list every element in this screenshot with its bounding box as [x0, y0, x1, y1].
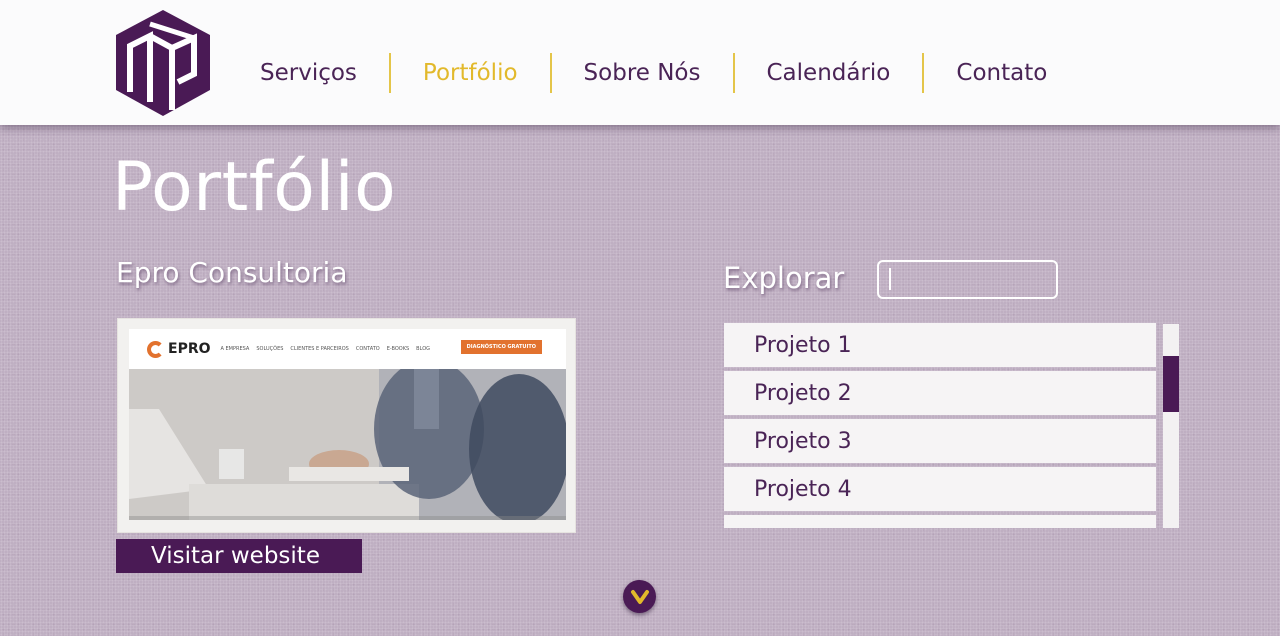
epro-logo: EPRO: [147, 340, 211, 358]
explore-search-input[interactable]: [877, 260, 1058, 299]
explore-label: Explorar: [723, 261, 845, 295]
preview-links: A EMPRESA SOLUÇÕES CLIENTES E PARCEIROS …: [221, 346, 438, 352]
business-meeting-illustration: [129, 369, 566, 520]
main-nav: Serviços Portfólio Sobre Nós Calendário …: [228, 52, 1079, 94]
list-item-partial[interactable]: [724, 515, 1156, 528]
epro-brand-text: EPRO: [168, 341, 211, 357]
cube-logo-icon[interactable]: [116, 10, 210, 116]
preview-link: CONTATO: [355, 346, 380, 352]
preview-site-nav: EPRO A EMPRESA SOLUÇÕES CLIENTES E PARCE…: [129, 329, 566, 369]
hero-bottom-bar: [129, 516, 566, 520]
project-list[interactable]: Projeto 1 Projeto 2 Projeto 3 Projeto 4: [724, 323, 1156, 528]
site-header: Serviços Portfólio Sobre Nós Calendário …: [0, 0, 1280, 125]
scroll-down-button[interactable]: [623, 580, 656, 613]
preview-link: A EMPRESA: [220, 346, 250, 352]
epro-logo-icon: [147, 340, 164, 358]
preview-cta-button: DIAGNÓSTICO GRATUITO: [460, 340, 542, 354]
list-item-projeto-3[interactable]: Projeto 3: [724, 419, 1156, 463]
list-item-projeto-1[interactable]: Projeto 1: [724, 323, 1156, 367]
preview-link: CLIENTES E PARCEIROS: [290, 346, 349, 352]
preview-hero-photo: [129, 369, 566, 520]
list-item-projeto-4[interactable]: Projeto 4: [724, 467, 1156, 511]
nav-item-servicos[interactable]: Serviços: [228, 53, 391, 93]
page-title: Portfólio: [112, 148, 397, 227]
preview-link: E-BOOKS: [386, 346, 410, 352]
text-cursor: [889, 268, 891, 290]
list-scrollbar-track[interactable]: [1163, 324, 1179, 528]
project-name: Epro Consultoria: [116, 256, 348, 289]
project-preview-image: EPRO A EMPRESA SOLUÇÕES CLIENTES E PARCE…: [117, 318, 576, 533]
preview-link: BLOG: [416, 346, 431, 352]
nav-item-sobre-nos[interactable]: Sobre Nós: [552, 53, 735, 93]
nav-item-contato[interactable]: Contato: [924, 53, 1079, 93]
preview-link: SOLUÇÕES: [256, 346, 284, 352]
list-item-projeto-2[interactable]: Projeto 2: [724, 371, 1156, 415]
chevron-down-icon: [630, 589, 649, 604]
nav-item-calendario[interactable]: Calendário: [735, 53, 925, 93]
list-scrollbar-thumb[interactable]: [1163, 356, 1179, 412]
visit-website-button[interactable]: Visitar website: [116, 539, 362, 573]
nav-item-portfolio[interactable]: Portfólio: [391, 53, 552, 93]
